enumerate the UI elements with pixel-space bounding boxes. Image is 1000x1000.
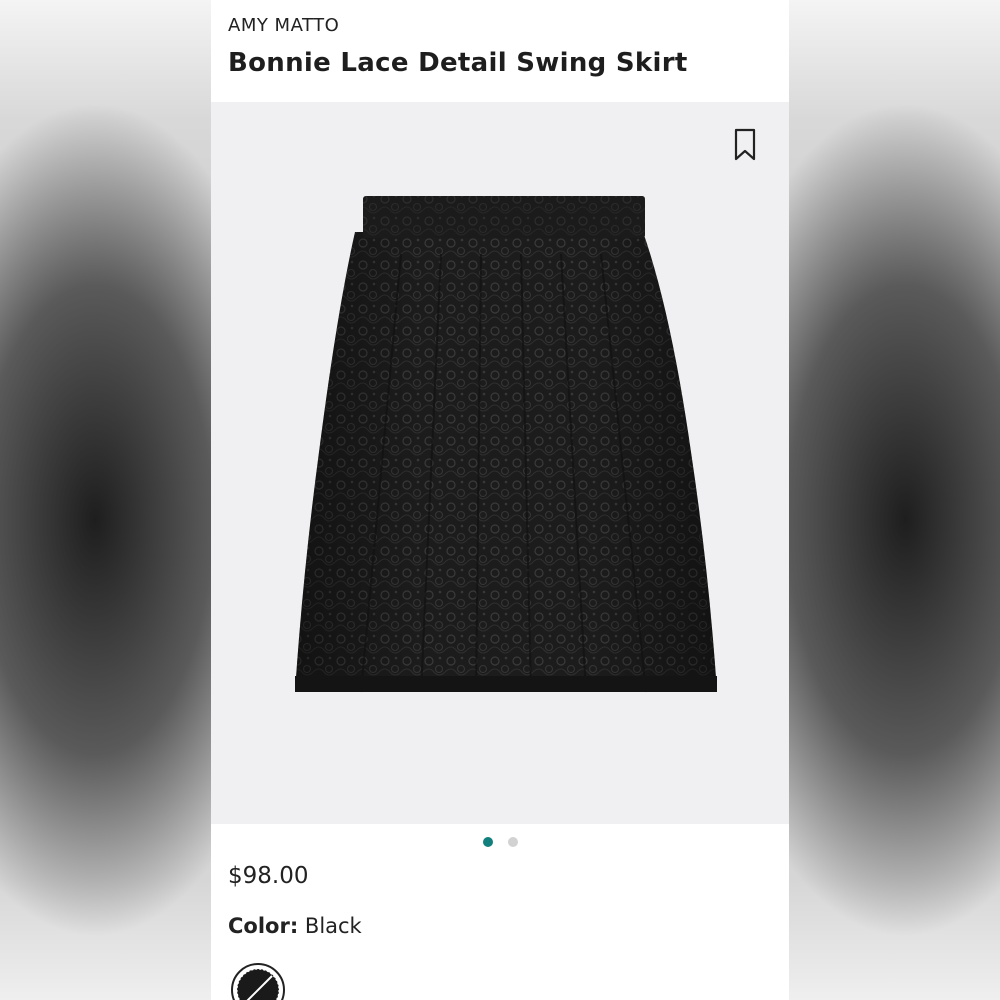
product-image-skirt: [295, 196, 717, 693]
carousel-indicator: [211, 832, 789, 852]
carousel-dot-2[interactable]: [507, 837, 518, 847]
product-price: $98.00: [228, 863, 309, 889]
bookmark-icon[interactable]: [733, 128, 757, 162]
brand-name[interactable]: AMY MATTO: [228, 15, 339, 36]
color-label: Color:: [228, 914, 299, 938]
carousel-dot-1[interactable]: [482, 837, 493, 847]
product-title: Bonnie Lace Detail Swing Skirt: [228, 48, 688, 78]
color-swatch-black[interactable]: [230, 962, 286, 1000]
product-image-carousel[interactable]: [211, 102, 789, 824]
color-selection-label: Color: Black: [228, 914, 362, 938]
product-card: AMY MATTO Bonnie Lace Detail Swing Skirt: [211, 0, 789, 1000]
color-value: Black: [304, 914, 362, 938]
